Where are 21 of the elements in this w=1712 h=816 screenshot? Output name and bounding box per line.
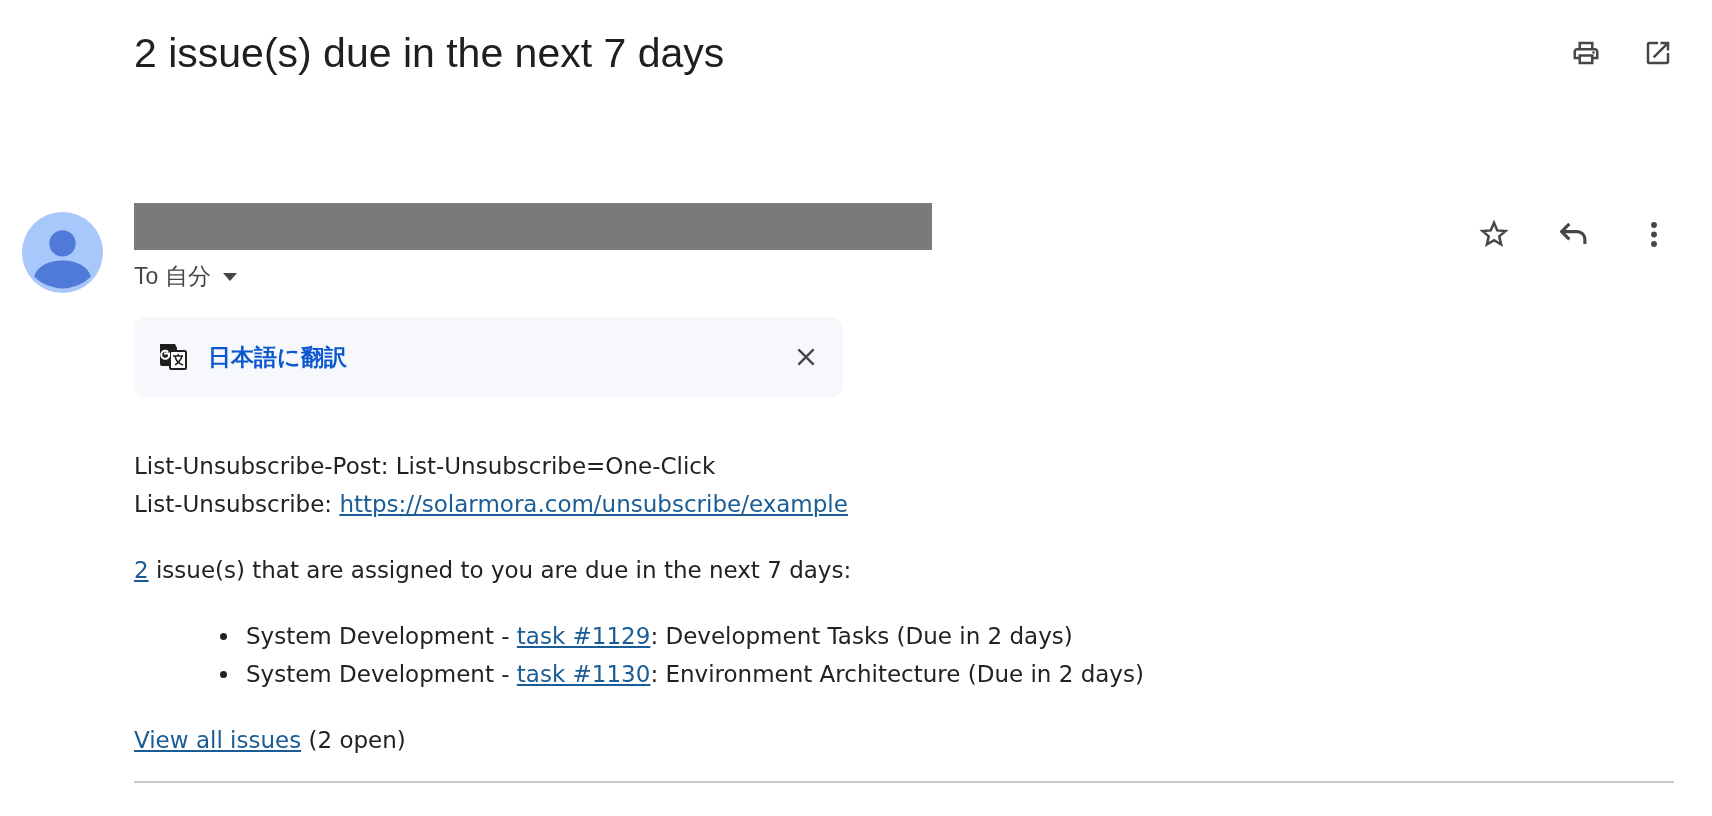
issue-count-link[interactable]: 2 <box>134 557 149 583</box>
translate-icon <box>158 343 188 371</box>
issue-item: System Development - task #1129: Development Tasks (Due in 2 days) <box>246 622 1073 651</box>
task-link[interactable]: task #1130 <box>516 661 651 687</box>
email-subject: 2 issue(s) due in the next 7 days <box>134 29 726 77</box>
task-link[interactable]: task #1129 <box>516 623 651 649</box>
summary-sentence: 2 issue(s) that are assigned to you are due in the next 7 days: <box>134 556 852 585</box>
unsubscribe-link[interactable]: https://solarmora.com/unsubscribe/example <box>339 491 848 517</box>
more-icon <box>1651 221 1657 247</box>
view-all-issues-link[interactable]: View all issues <box>134 727 302 753</box>
reply-icon <box>1560 222 1588 246</box>
caret-icon <box>222 272 237 281</box>
header-line: List-Unsubscribe-Post: List-Unsubscribe=One-Click <box>134 452 716 481</box>
header-line: List-Unsubscribe: https://solarmora.com/unsubscribe/example <box>134 490 848 519</box>
recipient-dropdown[interactable]: To 自分 <box>134 261 237 292</box>
translate-link[interactable]: 日本語に翻訳 <box>208 341 347 373</box>
issue-item: System Development - task #1130: Environment Architecture (Due in 2 days) <box>246 660 1144 689</box>
bullet-icon <box>220 670 227 678</box>
avatar-icon <box>22 212 103 293</box>
footer-line: View all issues (2 open) <box>134 726 406 755</box>
bullet-icon <box>220 632 227 640</box>
